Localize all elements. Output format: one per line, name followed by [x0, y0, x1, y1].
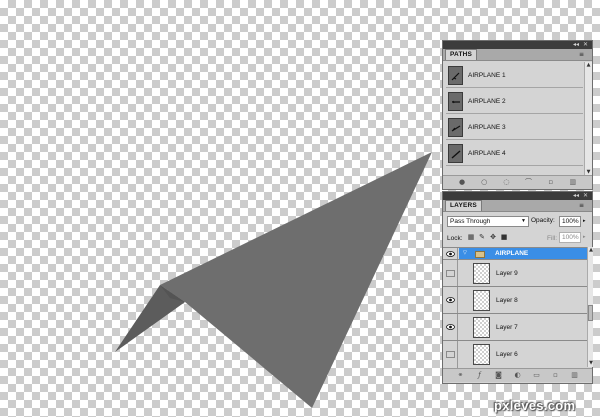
layers-panel-topbar: ◂◂ ✕	[443, 192, 592, 200]
collapse-icon[interactable]: ◂◂	[573, 193, 579, 199]
layer-name: Layer 7	[496, 324, 518, 331]
visibility-toggle[interactable]	[443, 341, 458, 368]
eye-icon	[446, 324, 455, 330]
visibility-empty-box	[446, 270, 455, 277]
load-selection-icon[interactable]: ◌	[502, 178, 511, 187]
path-label: AIRPLANE 2	[468, 97, 506, 105]
scroll-up-arrow-icon[interactable]: ▲	[588, 247, 594, 254]
layers-scrollbar[interactable]: ▲ ▼	[587, 247, 593, 367]
new-group-icon[interactable]: ▭	[532, 371, 541, 380]
paths-tab-row: PATHS ≡	[443, 49, 592, 61]
layer-thumbnail	[473, 344, 490, 365]
scroll-down-arrow-icon[interactable]: ▼	[588, 360, 594, 367]
visibility-toggle[interactable]	[443, 260, 458, 287]
layer-group-airplane[interactable]: ▽ AIRPLANE	[443, 247, 587, 259]
group-name: AIRPLANE	[495, 250, 529, 257]
new-path-icon[interactable]: ▫	[546, 178, 555, 187]
path-label: AIRPLANE 3	[468, 123, 506, 131]
collapse-icon[interactable]: ◂◂	[573, 42, 579, 48]
blend-mode-select[interactable]: Pass Through ▼	[447, 216, 529, 227]
path-thumbnail	[448, 65, 463, 85]
delete-path-icon[interactable]: ▥	[568, 178, 577, 187]
path-item-airplane-1[interactable]: AIRPLANE 1	[446, 63, 583, 88]
new-layer-icon[interactable]: ▫	[551, 371, 560, 380]
panel-menu-icon[interactable]: ≡	[579, 52, 587, 58]
scroll-thumb[interactable]	[588, 305, 593, 321]
layers-panel: ◂◂ ✕ LAYERS ≡ Pass Through ▼ Opacity: 10…	[442, 191, 593, 384]
adjustment-layer-icon[interactable]: ◐	[513, 371, 522, 380]
path-item-airplane-3[interactable]: AIRPLANE 3	[446, 115, 583, 140]
visibility-empty-box	[446, 351, 455, 358]
tab-paths[interactable]: PATHS	[445, 49, 478, 60]
path-item-airplane-2[interactable]: AIRPLANE 2	[446, 89, 583, 114]
layer-thumbnail	[473, 290, 490, 311]
visibility-toggle[interactable]	[443, 314, 458, 341]
layers-footer: ⚭ ƒ ◙ ◐ ▭ ▫ ▥	[443, 368, 592, 382]
eye-icon	[446, 297, 455, 303]
airplane-wing-main	[160, 152, 432, 408]
panel-menu-icon[interactable]: ≡	[579, 203, 587, 209]
layers-tab-row: LAYERS ≡	[443, 200, 592, 212]
watermark: pxleves.com	[494, 398, 576, 413]
layer-name: Layer 9	[496, 270, 518, 277]
visibility-toggle[interactable]	[443, 287, 458, 314]
path-item-airplane-4[interactable]: AIRPLANE 4	[446, 141, 583, 166]
layer-thumbnail	[473, 317, 490, 338]
visibility-toggle[interactable]	[443, 248, 458, 259]
link-layers-icon[interactable]: ⚭	[456, 371, 465, 380]
close-icon[interactable]: ✕	[583, 42, 588, 48]
lock-all-icon[interactable]: ■	[500, 233, 508, 242]
path-thumbnail	[448, 117, 463, 137]
layer-thumbnail	[473, 263, 490, 284]
scroll-up-arrow-icon[interactable]: ▲	[585, 62, 592, 69]
chevron-down-icon: ▼	[521, 218, 526, 224]
fill-input[interactable]: 100%	[559, 232, 581, 243]
opacity-label: Opacity:	[531, 217, 555, 224]
folder-icon	[475, 251, 485, 258]
layer-row-layer-6[interactable]: Layer 6	[443, 340, 587, 368]
delete-layer-icon[interactable]: ▥	[570, 371, 579, 380]
eye-icon	[446, 251, 455, 257]
path-label: AIRPLANE 1	[468, 71, 506, 79]
lock-position-icon[interactable]: ✥	[489, 233, 497, 242]
stroke-path-icon[interactable]: ○	[480, 178, 489, 187]
fill-path-icon[interactable]: ●	[458, 178, 467, 187]
fill-label: Fill:	[547, 235, 558, 242]
layer-row-layer-8[interactable]: Layer 8	[443, 286, 587, 314]
opacity-slider-arrow-icon[interactable]: ▸	[583, 218, 586, 224]
make-work-path-icon[interactable]: ⌒	[524, 178, 533, 187]
close-icon[interactable]: ✕	[583, 193, 588, 199]
path-label: AIRPLANE 4	[468, 149, 506, 157]
group-bar: ▽ AIRPLANE	[459, 248, 587, 259]
lock-label: Lock:	[447, 235, 463, 242]
layer-row-layer-7[interactable]: Layer 7	[443, 313, 587, 341]
opacity-input[interactable]: 100%	[559, 216, 581, 227]
lock-transparent-pixels-icon[interactable]: ▦	[467, 233, 475, 242]
path-thumbnail	[448, 91, 463, 111]
layer-name: Layer 6	[496, 351, 518, 358]
blend-mode-value: Pass Through	[450, 218, 491, 225]
paths-footer: ● ○ ◌ ⌒ ▫ ▥	[443, 175, 592, 189]
lock-image-pixels-icon[interactable]: ✎	[478, 233, 486, 242]
add-mask-icon[interactable]: ◙	[494, 371, 503, 380]
layer-name: Layer 8	[496, 297, 518, 304]
paths-panel-topbar: ◂◂ ✕	[443, 41, 592, 49]
paths-panel: ◂◂ ✕ PATHS ≡ AIRPLANE 1 AIRPLANE 2 AIRPL…	[442, 40, 593, 190]
layer-row-layer-9[interactable]: Layer 9	[443, 259, 587, 287]
path-thumbnail	[448, 143, 463, 163]
tab-layers[interactable]: LAYERS	[445, 200, 482, 211]
fx-icon[interactable]: ƒ	[475, 371, 484, 380]
fill-slider-arrow-icon[interactable]: ▸	[583, 234, 586, 240]
paths-scrollbar[interactable]: ▲ ▼	[584, 62, 592, 176]
expand-triangle-icon[interactable]: ▽	[463, 248, 467, 259]
